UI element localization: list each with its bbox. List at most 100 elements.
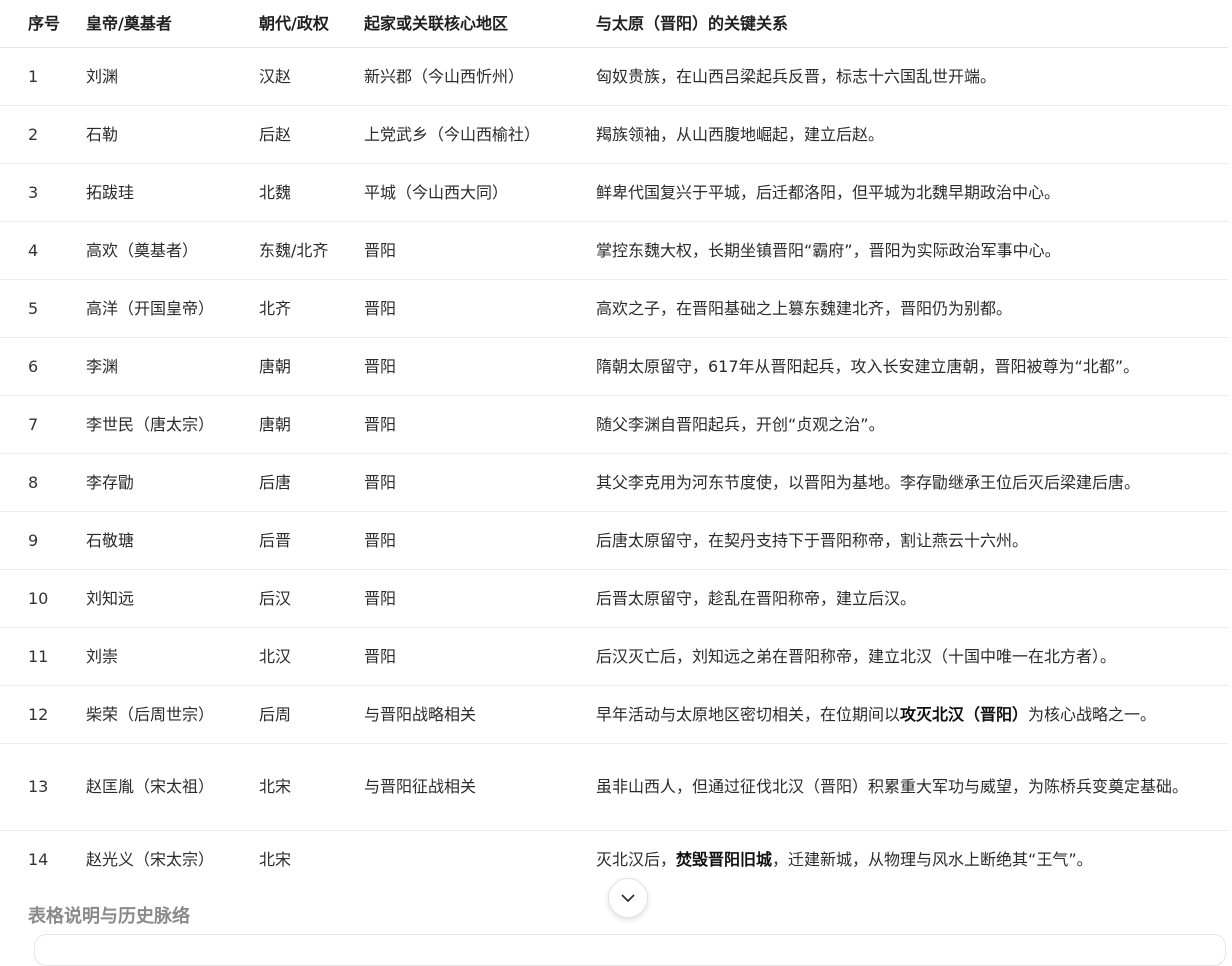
cell-no: 13 (0, 743, 86, 831)
cell-region: 晋阳 (364, 337, 596, 396)
cell-relation: 匈奴贵族，在山西吕梁起兵反晋，标志十六国乱世开端。 (596, 47, 1228, 106)
cell-dynasty: 后周 (259, 685, 364, 744)
cell-dynasty: 汉赵 (259, 47, 364, 106)
chevron-down-icon (621, 894, 635, 903)
cell-dynasty: 后唐 (259, 453, 364, 512)
table-row: 13 赵匡胤（宋太祖） 北宋 与晋阳征战相关 虽非山西人，但通过征伐北汉（晋阳）积累重大… (0, 743, 1228, 831)
cell-region: 晋阳 (364, 453, 596, 512)
table-row: 8 李存勖 后唐 晋阳 其父李克用为河东节度使，以晋阳为基地。李存勖继承王位后灭后梁建后… (0, 453, 1228, 512)
cell-no: 9 (0, 511, 86, 570)
relation-text-tail: ，迁建新城，从物理与风水上断绝其“王气”。 (772, 849, 1093, 869)
cell-dynasty: 后赵 (259, 105, 364, 164)
cell-relation: 羯族领袖，从山西腹地崛起，建立后赵。 (596, 105, 1228, 164)
cell-region: 与晋阳征战相关 (364, 743, 596, 831)
table-row: 7 李世民（唐太宗） 唐朝 晋阳 随父李渊自晋阳起兵，开创“贞观之治”。 (0, 395, 1228, 454)
relation-text: 其父李克用为河东节度使，以晋阳为基地。李存勖继承王位后灭后梁建后唐。 (596, 472, 1141, 492)
cell-emperor: 李渊 (86, 337, 259, 396)
cell-region: 上党武乡（今山西榆社） (364, 105, 596, 164)
cell-no: 3 (0, 163, 86, 222)
cell-emperor: 石敬瑭 (86, 511, 259, 570)
cell-relation: 虽非山西人，但通过征伐北汉（晋阳）积累重大军功与威望，为陈桥兵变奠定基础。 (596, 743, 1228, 831)
table-row: 6 李渊 唐朝 晋阳 隋朝太原留守，617年从晋阳起兵，攻入长安建立唐朝，晋阳被尊为“北… (0, 337, 1228, 396)
scroll-down-button[interactable] (608, 878, 648, 918)
cell-no: 14 (28, 849, 49, 869)
next-content-card (34, 934, 1226, 966)
cell-emperor: 高洋（开国皇帝） (86, 279, 259, 338)
cell-no: 12 (0, 685, 86, 744)
cell-dynasty: 后汉 (259, 569, 364, 628)
cell-region: 晋阳 (364, 511, 596, 570)
cell-dynasty: 唐朝 (259, 395, 364, 454)
cell-no: 11 (0, 627, 86, 686)
relation-emphasis: 焚毁晋阳旧城 (676, 849, 773, 869)
cell-emperor: 刘知远 (86, 569, 259, 628)
cell-relation: 后汉灭亡后，刘知远之弟在晋阳称帝，建立北汉（十国中唯一在北方者）。 (596, 627, 1228, 686)
cell-emperor: 李存勖 (86, 453, 259, 512)
emperor-table: 序号 皇帝/奠基者 朝代/政权 起家或关联核心地区 与太原（晋阳）的关键关系 1… (0, 0, 1228, 888)
table-row: 1 刘渊 汉赵 新兴郡（今山西忻州） 匈奴贵族，在山西吕梁起兵反晋，标志十六国乱世开端。 (0, 47, 1228, 106)
cell-relation: 高欢之子，在晋阳基础之上篡东魏建北齐，晋阳仍为别都。 (596, 279, 1228, 338)
cell-dynasty: 北宋 (259, 849, 292, 869)
relation-text: 后晋太原留守，趁乱在晋阳称帝，建立后汉。 (596, 588, 917, 608)
cell-emperor: 高欢（奠基者） (86, 221, 259, 280)
header-no: 序号 (0, 0, 86, 48)
relation-text: 灭北汉后， (596, 849, 677, 869)
relation-text: 虽非山西人，但通过征伐北汉（晋阳）积累重大军功与威望，为陈桥兵变奠定基础。 (596, 777, 1189, 796)
cell-region: 晋阳 (364, 569, 596, 628)
table-row: 5 高洋（开国皇帝） 北齐 晋阳 高欢之子，在晋阳基础之上篡东魏建北齐，晋阳仍为别都。 (0, 279, 1228, 338)
cell-region: 平城（今山西大同） (364, 163, 596, 222)
cell-relation: 后唐太原留守，在契丹支持下于晋阳称帝，割让燕云十六州。 (596, 511, 1228, 570)
cell-relation: 隋朝太原留守，617年从晋阳起兵，攻入长安建立唐朝，晋阳被尊为“北都”。 (596, 337, 1228, 396)
cell-emperor: 赵匡胤（宋太祖） (86, 743, 259, 831)
cell-region: 晋阳 (364, 627, 596, 686)
table-row: 10 刘知远 后汉 晋阳 后晋太原留守，趁乱在晋阳称帝，建立后汉。 (0, 569, 1228, 628)
cell-emperor: 赵光义（宋太宗） (86, 849, 215, 869)
relation-text: 早年活动与太原地区密切相关，在位期间以 (596, 704, 901, 724)
cell-relation: 鲜卑代国复兴于平城，后迁都洛阳，但平城为北魏早期政治中心。 (596, 163, 1228, 222)
cell-emperor: 刘渊 (86, 47, 259, 106)
cell-relation: 后晋太原留守，趁乱在晋阳称帝，建立后汉。 (596, 569, 1228, 628)
cell-no: 7 (0, 395, 86, 454)
relation-text: 高欢之子，在晋阳基础之上篡东魏建北齐，晋阳仍为别都。 (596, 298, 1013, 318)
cell-region: 晋阳 (364, 221, 596, 280)
table-row: 2 石勒 后赵 上党武乡（今山西榆社） 羯族领袖，从山西腹地崛起，建立后赵。 (0, 105, 1228, 164)
table-row: 14 赵光义（宋太宗） 北宋 灭北汉后，焚毁晋阳旧城，迁建新城，从物理与风水上断绝其“… (0, 831, 1228, 889)
relation-text: 后唐太原留守，在契丹支持下于晋阳称帝，割让燕云十六州。 (596, 530, 1029, 550)
relation-text: 随父李渊自晋阳起兵，开创“贞观之治”。 (596, 414, 885, 434)
cell-region: 晋阳 (364, 279, 596, 338)
emperor-table-container: 序号 皇帝/奠基者 朝代/政权 起家或关联核心地区 与太原（晋阳）的关键关系 1… (0, 0, 1232, 888)
cell-emperor: 石勒 (86, 105, 259, 164)
cell-no: 1 (0, 47, 86, 106)
relation-text: 隋朝太原留守，617年从晋阳起兵，攻入长安建立唐朝，晋阳被尊为“北都”。 (596, 356, 1140, 376)
cell-relation: 掌控东魏大权，长期坐镇晋阳“霸府”，晋阳为实际政治军事中心。 (596, 221, 1228, 280)
cell-region: 晋阳 (364, 395, 596, 454)
relation-text: 匈奴贵族，在山西吕梁起兵反晋，标志十六国乱世开端。 (596, 66, 997, 86)
table-body: 1 刘渊 汉赵 新兴郡（今山西忻州） 匈奴贵族，在山西吕梁起兵反晋，标志十六国乱世开端。… (0, 47, 1228, 889)
cell-emperor: 拓跋珪 (86, 163, 259, 222)
cell-relation: 其父李克用为河东节度使，以晋阳为基地。李存勖继承王位后灭后梁建后唐。 (596, 453, 1228, 512)
cell-dynasty: 后晋 (259, 511, 364, 570)
table-row: 4 高欢（奠基者） 东魏/北齐 晋阳 掌控东魏大权，长期坐镇晋阳“霸府”，晋阳为实际政治… (0, 221, 1228, 280)
cell-no: 8 (0, 453, 86, 512)
cell-emperor: 刘崇 (86, 627, 259, 686)
header-emperor: 皇帝/奠基者 (86, 0, 259, 48)
relation-text: 后汉灭亡后，刘知远之弟在晋阳称帝，建立北汉（十国中唯一在北方者）。 (596, 646, 1117, 666)
table-row: 11 刘崇 北汉 晋阳 后汉灭亡后，刘知远之弟在晋阳称帝，建立北汉（十国中唯一在北方者）… (0, 627, 1228, 686)
cell-emperor: 柴荣（后周世宗） (86, 685, 259, 744)
cell-emperor: 李世民（唐太宗） (86, 395, 259, 454)
relation-emphasis: 攻灭北汉（晋阳） (900, 704, 1029, 724)
cell-no: 4 (0, 221, 86, 280)
cell-no: 6 (0, 337, 86, 396)
header-relation: 与太原（晋阳）的关键关系 (596, 0, 1228, 48)
table-row: 12 柴荣（后周世宗） 后周 与晋阳战略相关 早年活动与太原地区密切相关，在位期间以攻灭… (0, 685, 1228, 744)
cell-no: 10 (0, 569, 86, 628)
cell-region: 新兴郡（今山西忻州） (364, 47, 596, 106)
table-header-row: 序号 皇帝/奠基者 朝代/政权 起家或关联核心地区 与太原（晋阳）的关键关系 (0, 0, 1228, 48)
cell-dynasty: 北齐 (259, 279, 364, 338)
table-row: 3 拓跋珪 北魏 平城（今山西大同） 鲜卑代国复兴于平城，后迁都洛阳，但平城为北魏早期政… (0, 163, 1228, 222)
header-region: 起家或关联核心地区 (364, 0, 596, 48)
table-row: 9 石敬瑭 后晋 晋阳 后唐太原留守，在契丹支持下于晋阳称帝，割让燕云十六州。 (0, 511, 1228, 570)
cell-relation: 灭北汉后，焚毁晋阳旧城，迁建新城，从物理与风水上断绝其“王气”。 (596, 831, 1228, 889)
cell-dynasty: 东魏/北齐 (259, 221, 364, 280)
section-title: 表格说明与历史脉络 (28, 906, 190, 927)
